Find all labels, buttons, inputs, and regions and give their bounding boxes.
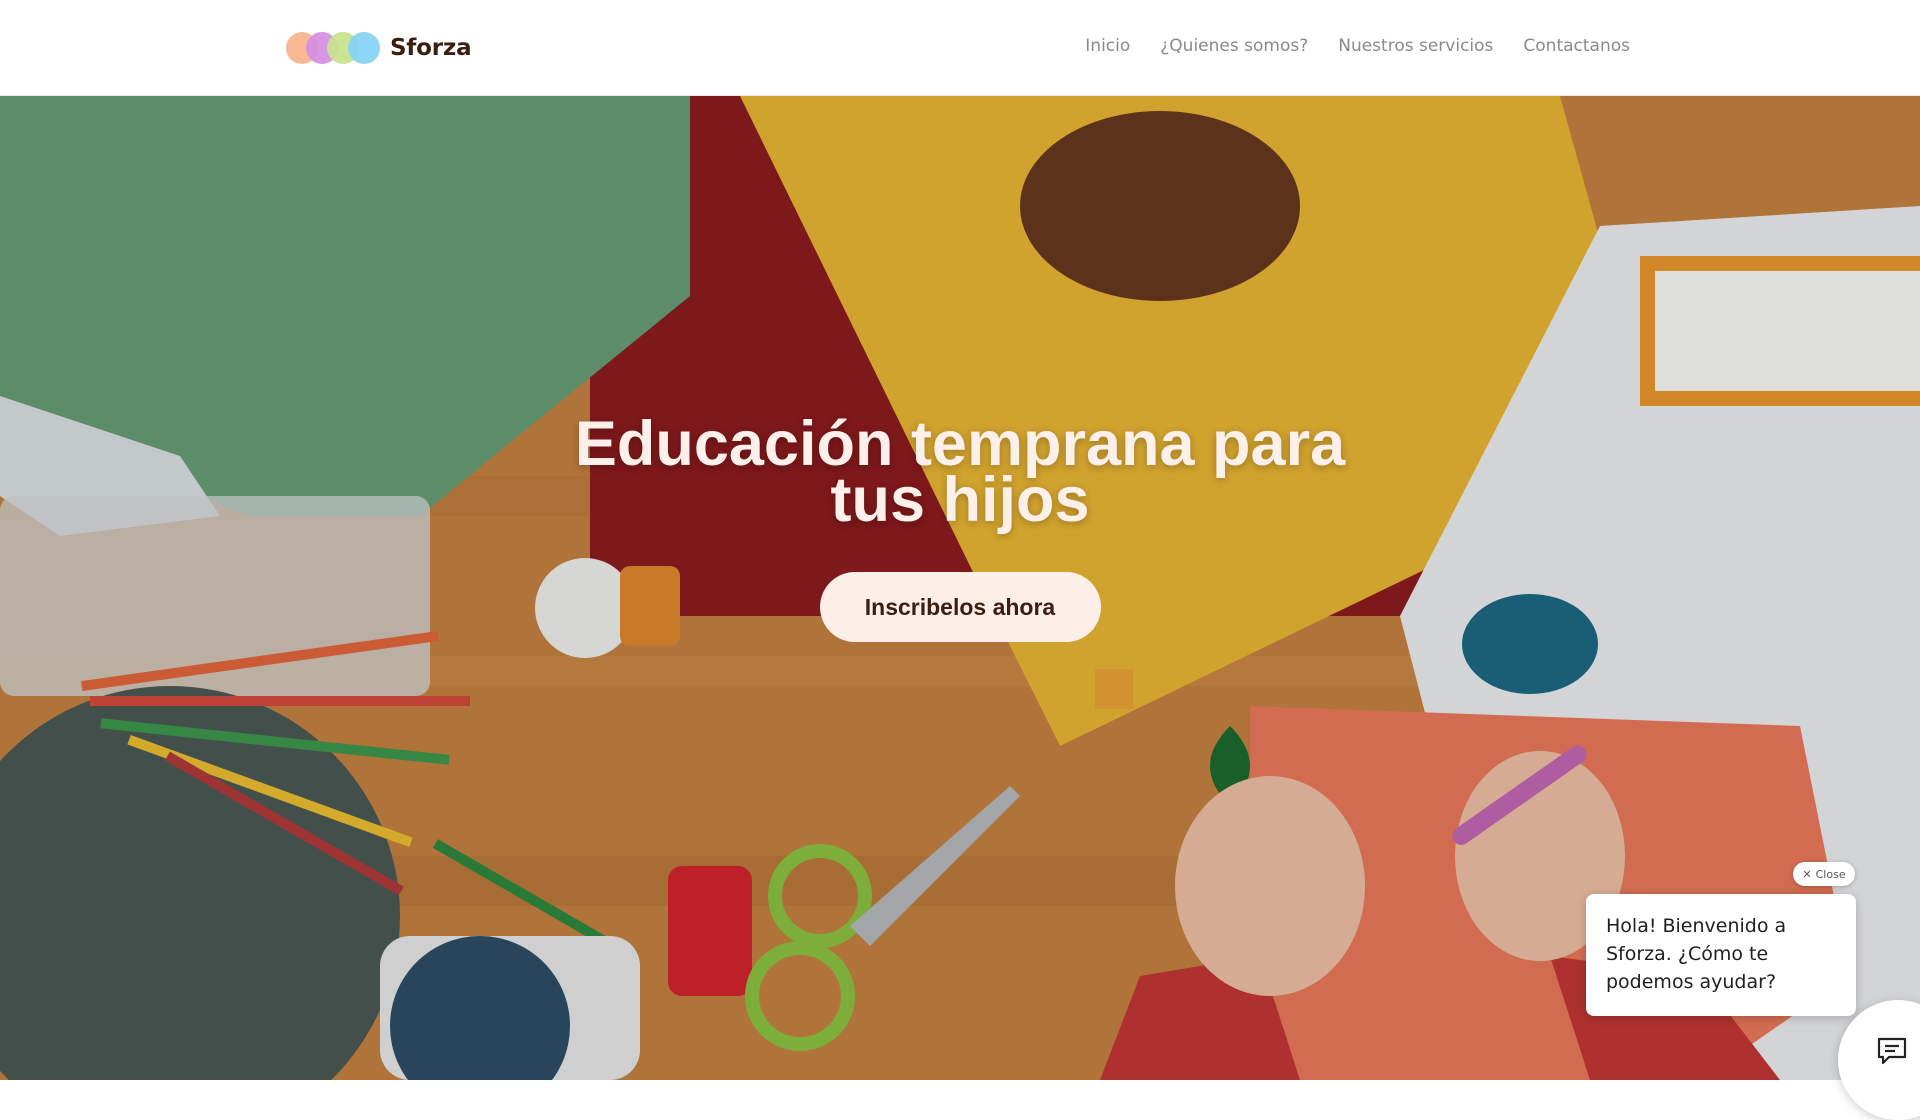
nav-link-inicio[interactable]: Inicio (1085, 36, 1130, 56)
chat-close-button[interactable]: ✕ Close (1793, 862, 1855, 886)
site-header: Sforza Inicio ¿Quienes somos? Nuestros s… (0, 0, 1920, 96)
enroll-now-button[interactable]: Inscribelos ahora (819, 572, 1101, 642)
nav-link-contactanos[interactable]: Contactanos (1523, 36, 1630, 56)
chat-greeting-bubble[interactable]: Hola! Bienvenido a Sforza. ¿Cómo te pode… (1586, 894, 1856, 1016)
brand-name: Sforza (390, 35, 472, 61)
nav-link-quienes-somos[interactable]: ¿Quienes somos? (1160, 36, 1308, 56)
hero-title: Educación temprana para tus hijos (574, 409, 1346, 535)
nav-link-nuestros-servicios[interactable]: Nuestros servicios (1338, 36, 1493, 56)
chat-close-label: Close (1815, 867, 1846, 881)
logo-circles-icon (286, 32, 380, 64)
chat-message-icon (1877, 1037, 1907, 1065)
close-icon: ✕ (1802, 867, 1812, 881)
hero-content: Educación temprana para tus hijos Inscri… (0, 409, 1920, 642)
chat-greeting-text: Hola! Bienvenido a Sforza. ¿Cómo te pode… (1606, 915, 1787, 993)
brand[interactable]: Sforza (286, 32, 472, 64)
logo-dot-blue (348, 32, 380, 64)
main-nav: Inicio ¿Quienes somos? Nuestros servicio… (1085, 36, 1630, 56)
